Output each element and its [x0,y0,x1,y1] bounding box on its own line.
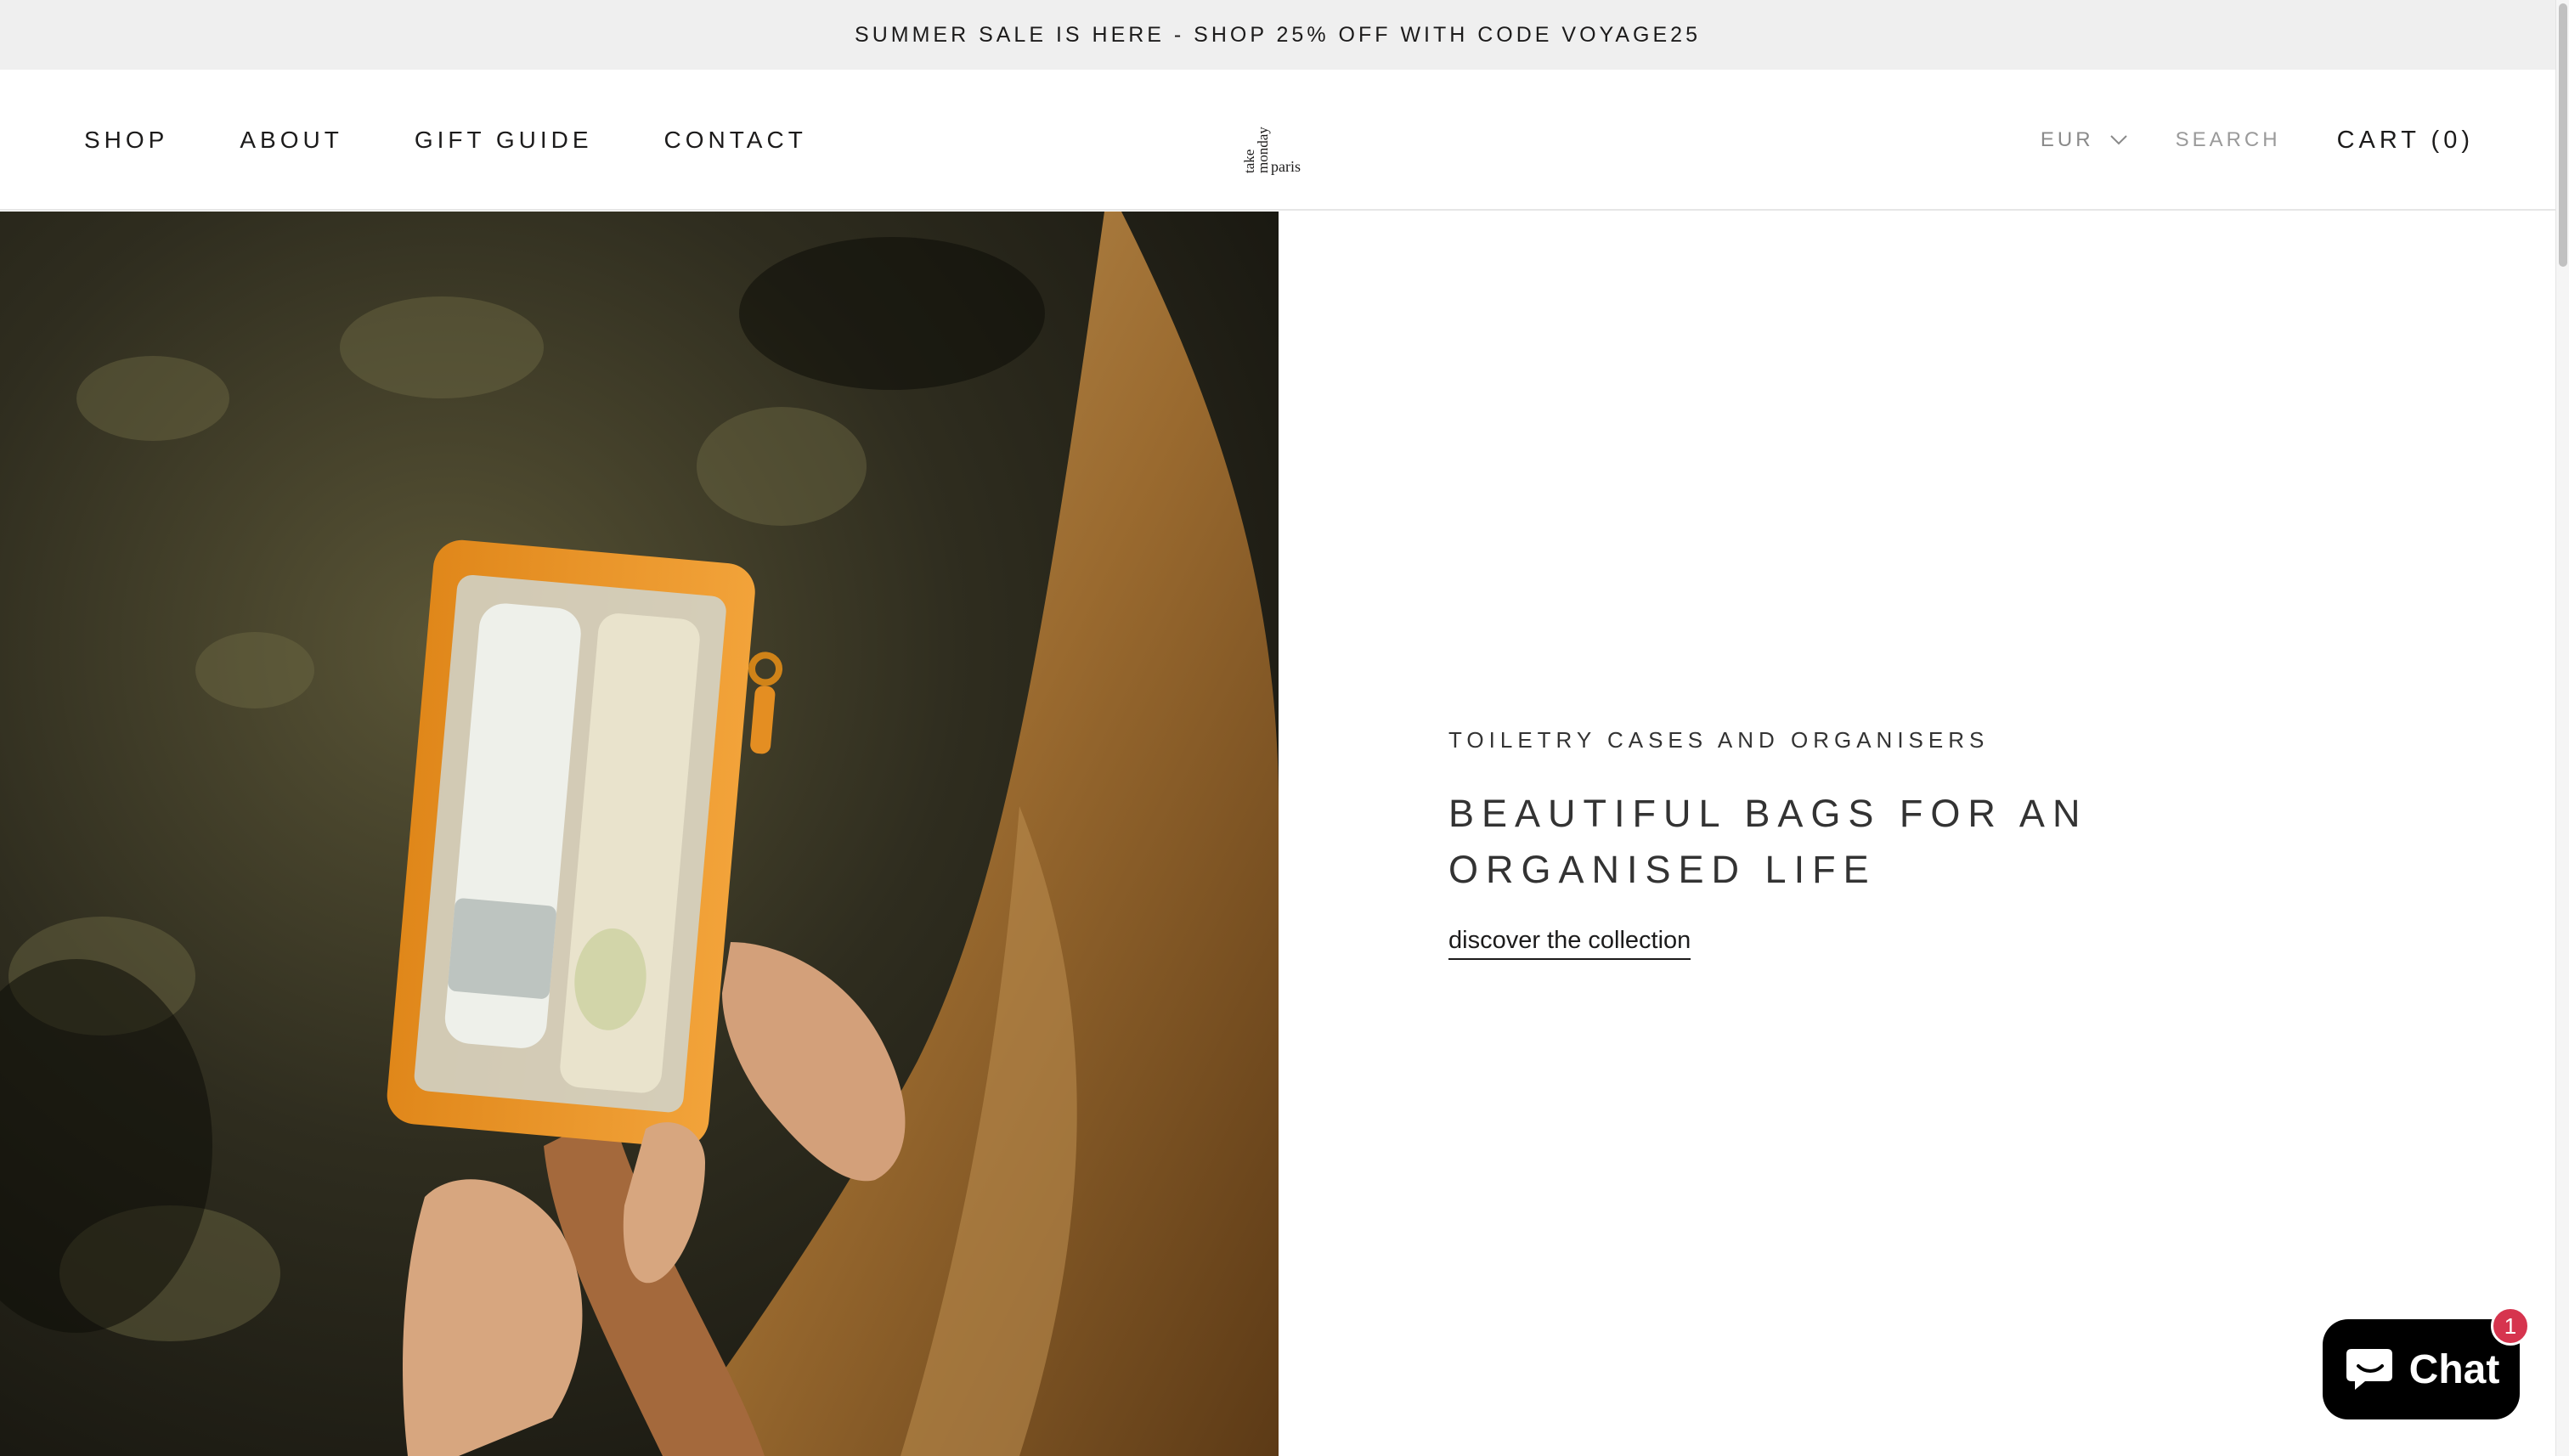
chat-label: Chat [2408,1346,2500,1392]
site-logo[interactable]: take monday paris [1241,107,1313,175]
nav-item-gift-guide[interactable]: GIFT GUIDE [415,127,593,154]
nav-item-about[interactable]: ABOUT [240,127,342,154]
hero-heading-line-1: BEAUTIFUL BAGS FOR AN [1448,792,2088,835]
hero-photo-illustration [0,212,1279,1456]
nav-item-shop[interactable]: SHOP [84,127,168,154]
discover-collection-link[interactable]: discover the collection [1448,927,1691,960]
scrollbar-thumb[interactable] [2559,3,2567,267]
logo-line-paris: paris [1271,158,1301,175]
chat-button[interactable]: Chat [2323,1319,2520,1419]
main-nav: SHOP ABOUT GIFT GUIDE CONTACT [84,70,878,211]
site-header: SHOP ABOUT GIFT GUIDE CONTACT take monda… [0,70,2555,211]
logo-line-monday: monday [1255,127,1271,173]
chevron-down-icon [2109,135,2127,145]
hero-image [0,212,1279,1456]
cart-link[interactable]: CART (0) [2337,127,2474,155]
chat-bubble-icon [2346,1349,2392,1390]
currency-selector[interactable]: EUR [2041,128,2128,152]
hero-heading: BEAUTIFUL BAGS FOR AN ORGANISED LIFE [1448,786,2145,898]
nav-item-contact[interactable]: CONTACT [664,127,807,154]
search-link[interactable]: SEARCH [2176,128,2281,152]
announcement-text: SUMMER SALE IS HERE - SHOP 25% OFF WITH … [855,22,1701,47]
announcement-bar: SUMMER SALE IS HERE - SHOP 25% OFF WITH … [0,0,2555,70]
chat-notification-badge: 1 [2491,1306,2530,1346]
hero-eyebrow: TOILETRY CASES AND ORGANISERS [1448,727,1990,753]
currency-label: EUR [2040,128,2094,151]
logo-mark: take monday paris [1241,127,1301,175]
hero-content: TOILETRY CASES AND ORGANISERS BEAUTIFUL … [1448,727,2145,960]
hero-heading-line-2: ORGANISED LIFE [1448,848,1877,891]
page-scrollbar[interactable] [2555,0,2569,1456]
header-actions: EUR SEARCH CART (0) [2041,70,2474,211]
